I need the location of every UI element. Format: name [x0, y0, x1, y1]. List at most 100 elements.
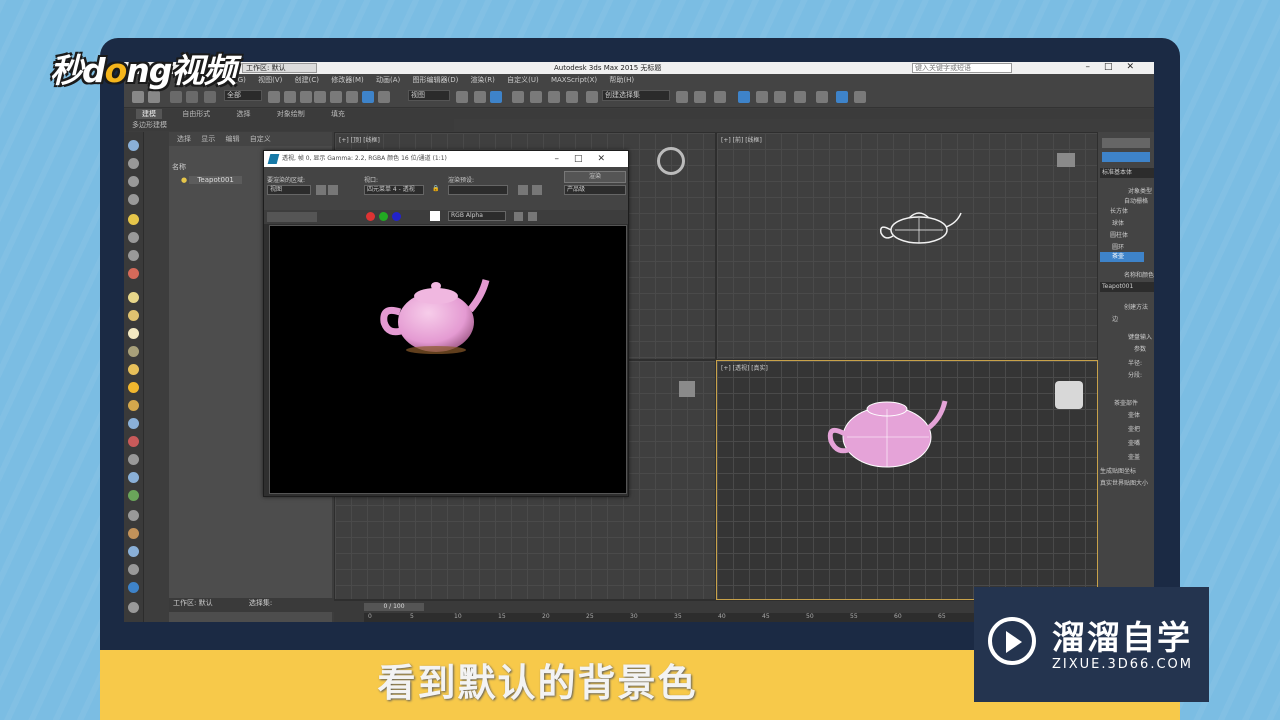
search-input[interactable]: 键入关键字或短语	[912, 63, 1012, 73]
save-copy-icons[interactable]	[267, 212, 317, 222]
tool-icon[interactable]	[128, 268, 139, 279]
menu-item[interactable]: 帮助(H)	[609, 74, 634, 87]
create-icons[interactable]	[1102, 152, 1150, 162]
render-setup-icon[interactable]	[816, 91, 828, 103]
select-by-name-icon[interactable]	[284, 91, 296, 103]
tab-modeling[interactable]: 建模	[136, 109, 162, 119]
render-icon[interactable]	[854, 91, 866, 103]
render-window-controls[interactable]: –□✕	[554, 151, 620, 167]
viewcube-icon[interactable]	[1057, 153, 1075, 167]
edit-named-sel-icon[interactable]	[586, 91, 598, 103]
percent-snap-icon[interactable]	[548, 91, 560, 103]
viewport-front[interactable]: [+] [前] [线框]	[716, 132, 1098, 360]
viewcube-icon[interactable]	[1055, 381, 1083, 409]
tool-icon[interactable]	[128, 436, 139, 447]
tool-icon[interactable]	[128, 140, 139, 151]
tab-freeform[interactable]: 自由形式	[176, 109, 216, 119]
tool-icon[interactable]	[128, 232, 139, 243]
link-icon[interactable]	[170, 91, 182, 103]
scene-tab[interactable]: 自定义	[250, 135, 271, 143]
auto-region-icon[interactable]	[328, 185, 338, 195]
gen-map-checkbox[interactable]: 生成贴图坐标	[1100, 466, 1136, 475]
tool-icon[interactable]	[128, 528, 139, 539]
green-channel-icon[interactable]	[379, 212, 388, 221]
redo-icon[interactable]	[148, 91, 160, 103]
render-button[interactable]: 渲染	[564, 171, 626, 183]
viewport-dropdown[interactable]: 四元菜单 4 - 透视	[364, 185, 424, 195]
tool-icon[interactable]	[128, 176, 139, 187]
product-dropdown[interactable]: 产品级	[564, 185, 626, 195]
tool-icon[interactable]	[128, 472, 139, 483]
workspace-dropdown[interactable]: 工作区: 默认	[242, 63, 317, 73]
tool-icon[interactable]	[128, 602, 139, 613]
tool-icon[interactable]	[128, 582, 139, 593]
menu-item[interactable]: 自定义(U)	[507, 74, 539, 87]
viewport-perspective[interactable]: [+] [透视] [真实]	[716, 360, 1098, 600]
render-window-titlebar[interactable]: 透视, 帧 0, 显示 Gamma: 2.2, RGBA 颜色 16 位/通道 …	[264, 151, 628, 167]
menu-item[interactable]: MAXScript(X)	[551, 74, 597, 87]
material-editor-icon[interactable]	[794, 91, 806, 103]
torus-icon[interactable]	[128, 328, 139, 339]
graphite-icon[interactable]	[738, 91, 750, 103]
scene-tab[interactable]: 选择	[177, 135, 191, 143]
real-world-checkbox[interactable]: 真实世界贴图大小	[1100, 478, 1148, 487]
teapot-icon[interactable]	[128, 346, 139, 357]
viewcube-icon[interactable]	[679, 381, 695, 397]
spinner-snap-icon[interactable]	[566, 91, 578, 103]
env-icon[interactable]	[532, 185, 542, 195]
align-icon[interactable]	[694, 91, 706, 103]
object-name-field[interactable]: Teapot001	[1100, 282, 1154, 292]
part-spout-checkbox[interactable]: 壶嘴	[1128, 438, 1140, 447]
tool-icon[interactable]	[128, 546, 139, 557]
rotate-icon[interactable]	[346, 91, 358, 103]
setup-icon[interactable]	[518, 185, 528, 195]
area-dropdown[interactable]: 视图	[267, 185, 311, 195]
undo-icon[interactable]	[132, 91, 144, 103]
tool-icon[interactable]	[128, 158, 139, 169]
status-workspace[interactable]: 工作区: 默认	[173, 599, 213, 607]
window-select-icon[interactable]	[314, 91, 326, 103]
move-icon[interactable]	[330, 91, 342, 103]
object-button-box[interactable]: 长方体	[1110, 206, 1128, 215]
manipulate-icon[interactable]	[474, 91, 486, 103]
sphere-icon[interactable]	[128, 310, 139, 321]
named-selection-dropdown[interactable]: 创建选择集	[602, 90, 670, 101]
menu-item[interactable]: 修改器(M)	[331, 74, 364, 87]
object-button-sphere[interactable]: 球体	[1112, 218, 1124, 227]
schematic-icon[interactable]	[774, 91, 786, 103]
menu-item[interactable]: 动画(A)	[376, 74, 400, 87]
keyboard-shortcut-icon[interactable]	[490, 91, 502, 103]
tab-populate[interactable]: 填充	[325, 109, 351, 119]
menu-item[interactable]: 图形编辑器(D)	[412, 74, 458, 87]
category-dropdown[interactable]: 标准基本体	[1100, 168, 1154, 178]
tool-icon[interactable]	[128, 194, 139, 205]
scale-icon[interactable]	[362, 91, 374, 103]
sun-icon[interactable]	[128, 382, 139, 393]
bind-icon[interactable]	[204, 91, 216, 103]
edit-region-icon[interactable]	[316, 185, 326, 195]
tool-icon[interactable]	[128, 564, 139, 575]
pivot-icon[interactable]	[456, 91, 468, 103]
viewcube-icon[interactable]	[657, 147, 685, 175]
time-slider[interactable]: 0 / 100	[364, 603, 424, 611]
blue-channel-icon[interactable]	[392, 212, 401, 221]
cone-icon[interactable]	[128, 364, 139, 375]
menu-item[interactable]: 渲染(R)	[471, 74, 495, 87]
part-handle-checkbox[interactable]: 壶把	[1128, 424, 1140, 433]
unlink-icon[interactable]	[186, 91, 198, 103]
clear-icon[interactable]	[528, 212, 537, 221]
object-button-cylinder[interactable]: 圆柱体	[1110, 230, 1128, 239]
snap-icon[interactable]	[512, 91, 524, 103]
status-selection[interactable]: 选择集:	[249, 599, 272, 607]
scene-tab[interactable]: 显示	[201, 135, 215, 143]
scene-tab[interactable]: 编辑	[225, 135, 239, 143]
object-button-torus[interactable]: 圆环	[1112, 242, 1124, 251]
mono-icon[interactable]	[514, 212, 523, 221]
part-lid-checkbox[interactable]: 壶盖	[1128, 452, 1140, 461]
tool-icon[interactable]	[128, 490, 139, 501]
tool-icon[interactable]	[128, 510, 139, 521]
radio-edge[interactable]: 边	[1112, 314, 1118, 323]
lock-icon[interactable]: 🔒	[432, 185, 439, 192]
rect-select-icon[interactable]	[300, 91, 312, 103]
coord-dropdown[interactable]: 视图	[408, 90, 450, 101]
